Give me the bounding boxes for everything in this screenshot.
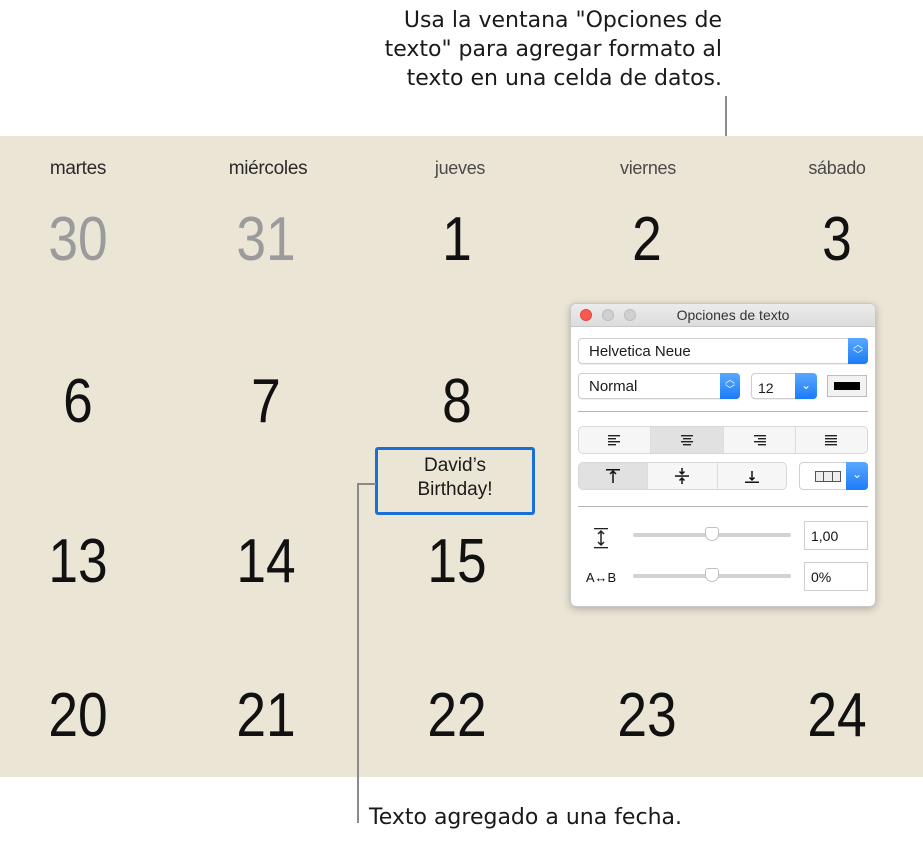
window-titlebar[interactable]: Opciones de texto (571, 304, 875, 327)
event-text-line: Birthday! (417, 479, 493, 500)
character-spacing-row: A↔B 0% (571, 562, 875, 592)
border-style-picker[interactable]: ⌄ (799, 462, 868, 490)
day-cell[interactable]: 6 (1, 367, 156, 437)
slider-thumb[interactable] (705, 568, 719, 582)
text-options-window: Opciones de texto Helvetica Neue ︿ ﹀ Norm… (570, 303, 876, 607)
align-right-icon (754, 434, 767, 445)
day-cell[interactable]: 20 (1, 681, 156, 751)
day-cell[interactable]: 14 (189, 527, 344, 597)
divider (578, 411, 868, 412)
callout-text-options: Usa la ventana "Opciones de texto" para … (302, 6, 722, 93)
font-style-value: Normal (589, 378, 638, 395)
day-cell[interactable]: 1 (380, 205, 535, 275)
callout-line: Usa la ventana "Opciones de (403, 8, 722, 33)
border-columns-icon (815, 471, 841, 482)
font-family-value: Helvetica Neue (589, 343, 691, 360)
divider (578, 506, 868, 507)
chevron-down-icon[interactable]: ⌄ (795, 373, 817, 399)
day-cell[interactable]: 21 (189, 681, 344, 751)
align-left-button[interactable] (579, 427, 652, 453)
callout-date-text: Texto agregado a una fecha. (369, 805, 682, 830)
align-middle-button[interactable] (648, 463, 718, 489)
horizontal-alignment-control (578, 426, 868, 454)
align-right-button[interactable] (724, 427, 796, 453)
up-down-chevron-icon: ︿ ﹀ (720, 373, 740, 399)
callout-leader-bottom-tick (357, 483, 376, 485)
font-size-combo[interactable]: 12 ⌄ (751, 373, 817, 399)
event-text-line: David’s (424, 455, 486, 476)
weekday-header: sábado (808, 158, 866, 178)
text-color-well[interactable] (827, 375, 867, 397)
day-cell[interactable]: 3 (760, 205, 915, 275)
weekday-header: viernes (620, 158, 676, 178)
character-spacing-field[interactable]: 0% (804, 562, 868, 591)
color-swatch (834, 382, 860, 390)
callout-leader-bottom (357, 483, 359, 823)
day-cell[interactable]: 31 (189, 205, 344, 275)
day-cell[interactable]: 2 (570, 205, 725, 275)
callout-line: texto" para agregar formato al (384, 37, 722, 62)
character-spacing-icon: A↔B (585, 570, 617, 585)
align-bottom-icon (744, 471, 759, 483)
line-spacing-field[interactable]: 1,00 (804, 521, 868, 550)
day-cell[interactable]: 30 (1, 205, 156, 275)
align-left-icon (607, 434, 620, 445)
align-center-icon (680, 434, 693, 445)
day-cell[interactable]: 8 (380, 367, 535, 437)
align-center-button[interactable] (651, 427, 724, 453)
font-style-select[interactable]: Normal ︿ ﹀ (578, 373, 740, 399)
character-spacing-slider[interactable] (633, 568, 791, 582)
line-spacing-icon (581, 527, 621, 552)
align-justify-icon (825, 434, 838, 445)
align-bottom-button[interactable] (718, 463, 786, 489)
align-top-button[interactable] (579, 463, 649, 489)
font-family-select[interactable]: Helvetica Neue ︿ ﹀ (578, 338, 868, 364)
align-justify-button[interactable] (796, 427, 867, 453)
font-size-value: 12 (758, 380, 774, 396)
align-middle-icon (675, 468, 690, 484)
day-cell[interactable]: 23 (570, 681, 725, 751)
day-cell[interactable]: 24 (760, 681, 915, 751)
day-cell[interactable]: 15 (380, 527, 535, 597)
day-cell[interactable]: 13 (1, 527, 156, 597)
chevron-down-icon[interactable]: ⌄ (846, 462, 868, 490)
weekday-header: miércoles (228, 158, 308, 179)
line-spacing-slider[interactable] (633, 527, 791, 541)
vertical-alignment-control (578, 462, 787, 490)
event-text-cell[interactable]: David’s Birthday! (375, 447, 535, 515)
day-cell[interactable]: 22 (380, 681, 535, 751)
window-title: Opciones de texto (676, 307, 790, 323)
day-cell[interactable]: 7 (189, 367, 344, 437)
align-top-icon (606, 469, 621, 483)
weekday-header: martes (49, 158, 107, 179)
line-spacing-row: 1,00 (571, 521, 875, 552)
up-down-chevron-icon: ︿ ﹀ (848, 338, 868, 364)
weekday-header: jueves (434, 158, 486, 178)
slider-thumb[interactable] (705, 527, 719, 541)
callout-line: texto en una celda de datos. (406, 66, 722, 91)
